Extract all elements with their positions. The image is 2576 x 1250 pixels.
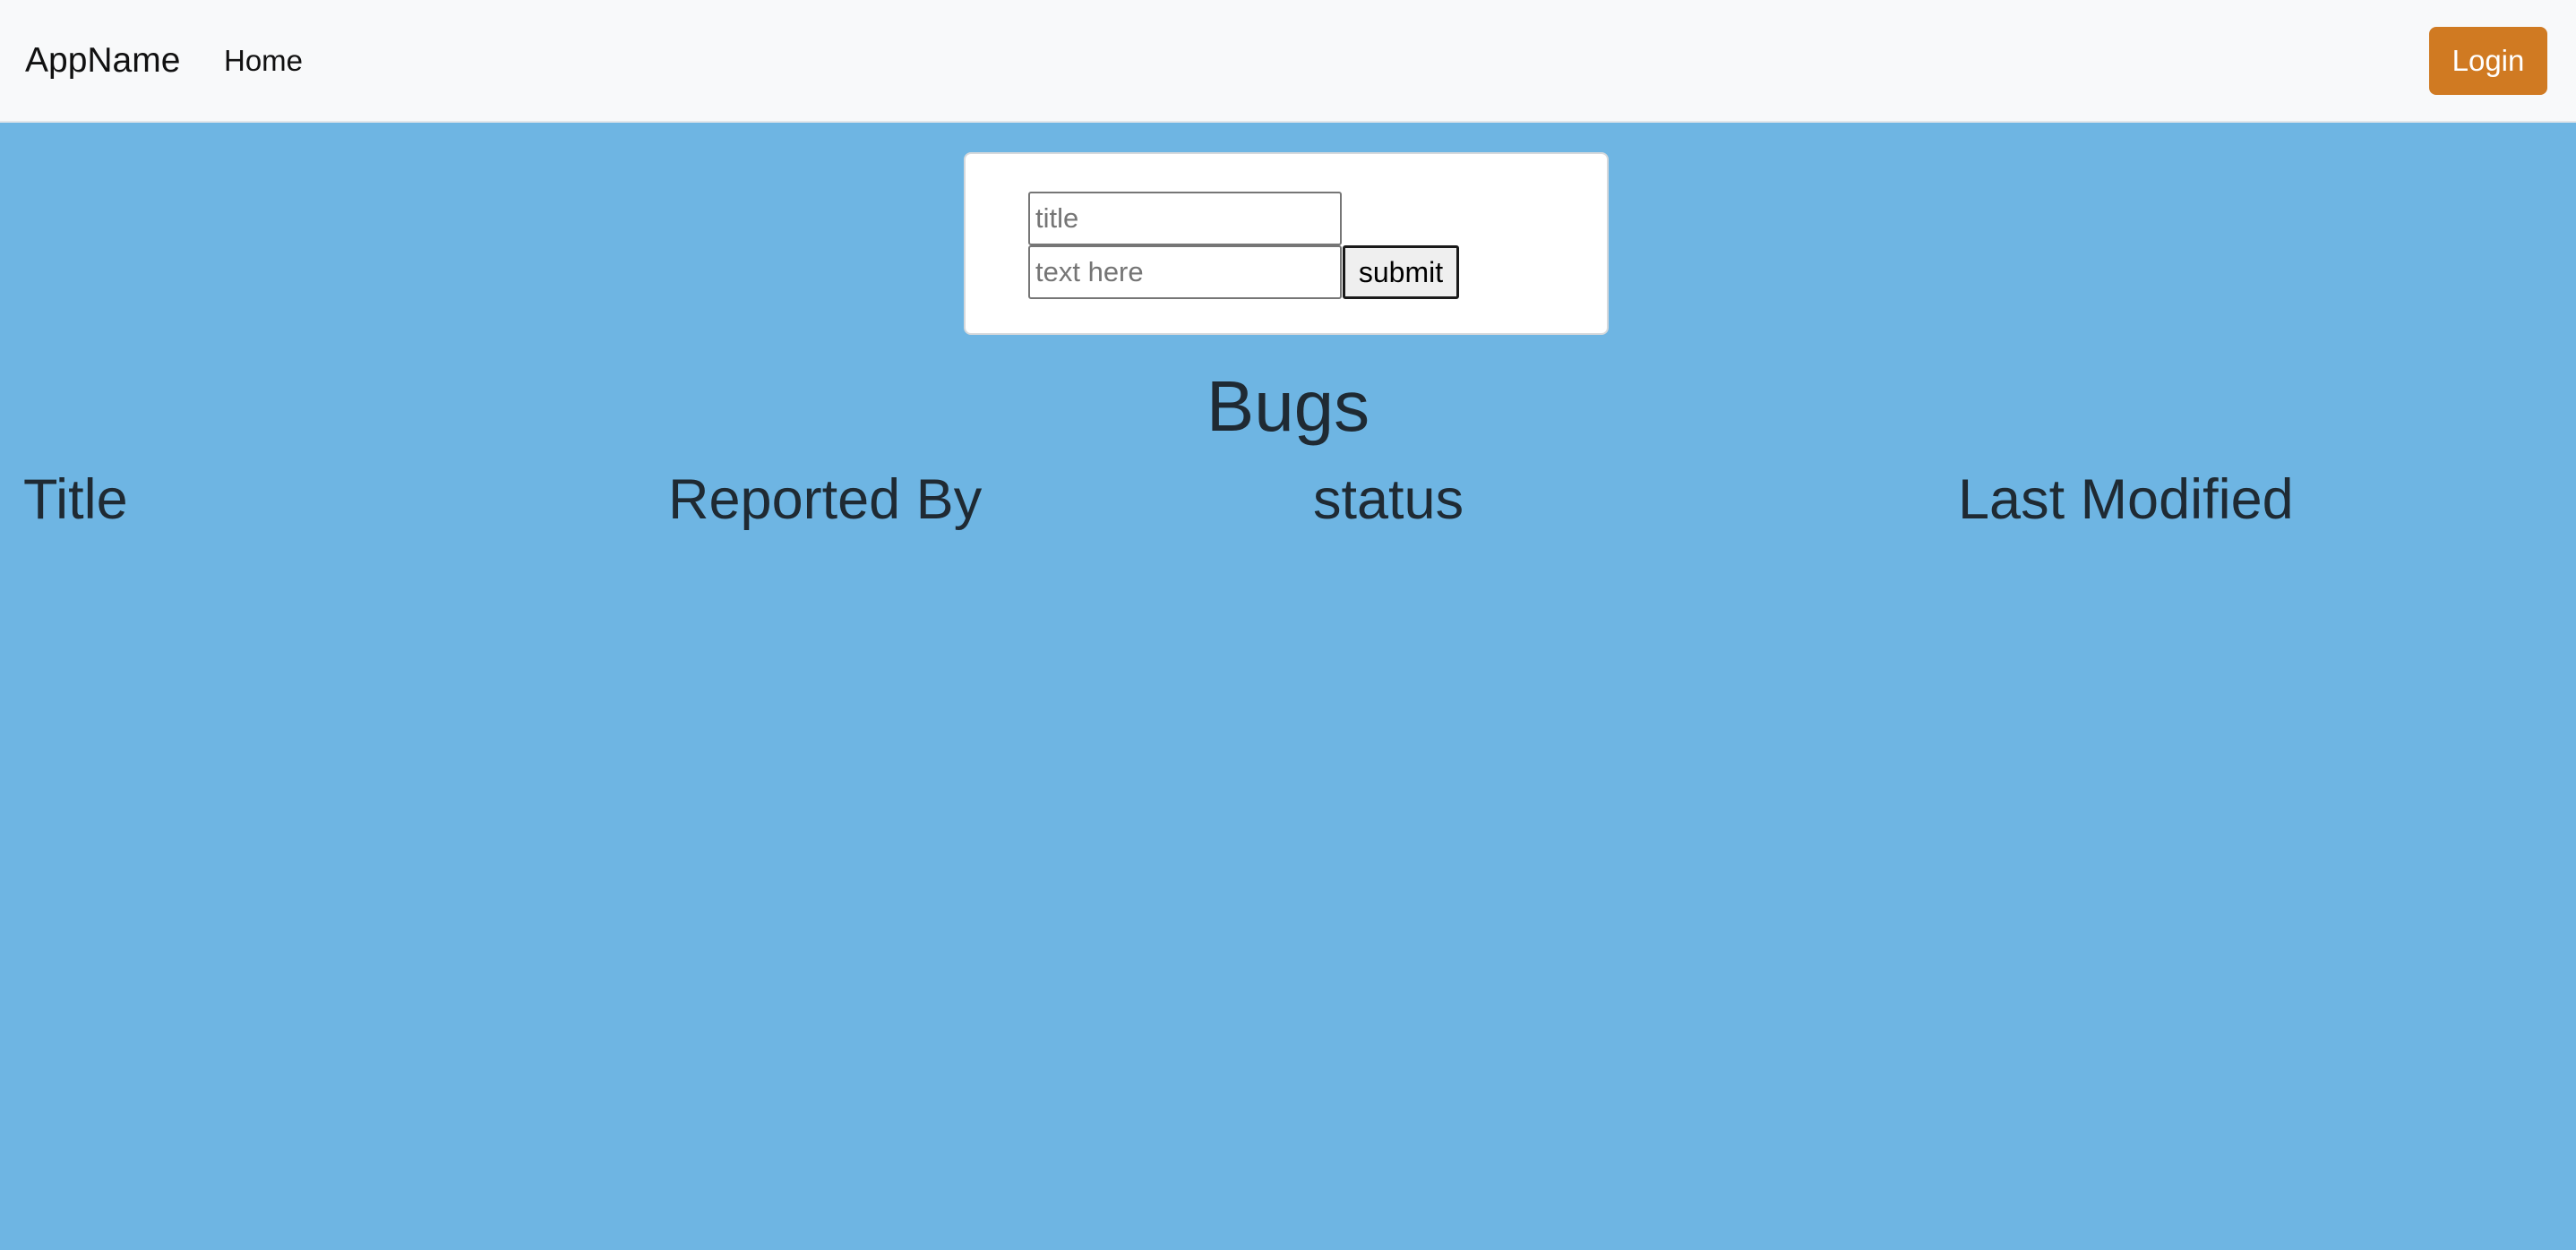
login-button[interactable]: Login xyxy=(2429,27,2547,95)
brand-logo[interactable]: AppName xyxy=(25,34,180,88)
nav-link-home[interactable]: Home xyxy=(224,38,303,84)
page-title: Bugs xyxy=(1206,366,1370,446)
column-header-reported-by: Reported By xyxy=(668,468,983,531)
new-bug-form: submit xyxy=(964,152,1609,335)
text-input[interactable] xyxy=(1028,245,1342,299)
column-header-last-modified: Last Modified xyxy=(1958,468,2294,531)
submit-button[interactable]: submit xyxy=(1343,245,1459,299)
top-navbar: AppName Home Login xyxy=(0,0,2576,123)
title-input[interactable] xyxy=(1028,192,1342,245)
column-header-title: Title xyxy=(23,468,128,531)
bugs-table-header: Title Reported By status Last Modified xyxy=(0,464,2576,535)
column-header-status: status xyxy=(1313,468,1464,531)
